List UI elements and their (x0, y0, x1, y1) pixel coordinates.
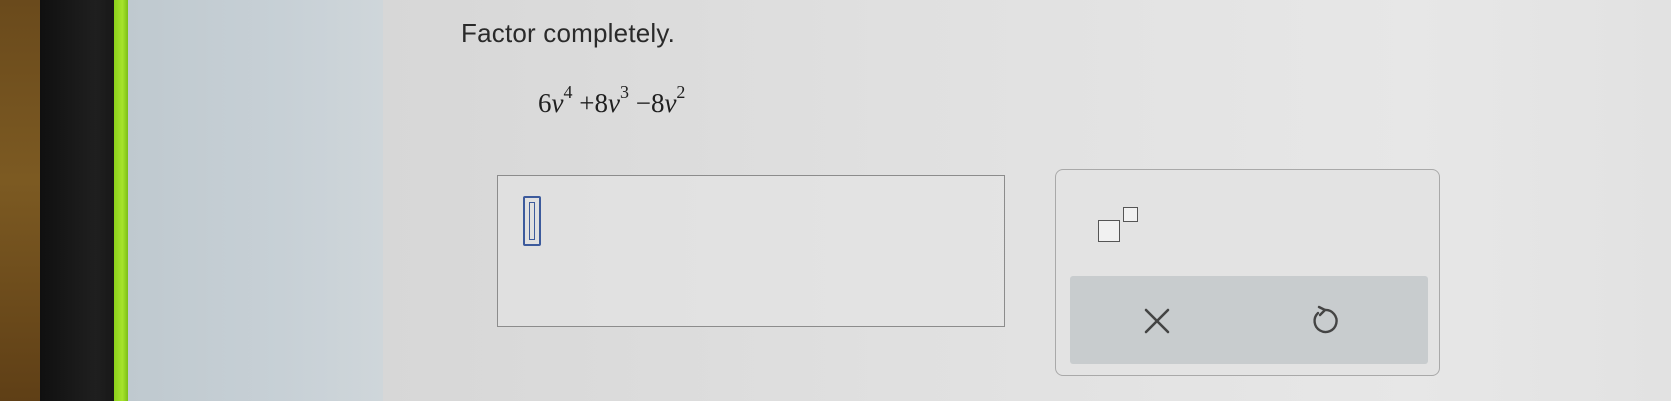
term1-exponent: 4 (563, 82, 573, 102)
term2-variable: v (607, 88, 620, 118)
clear-button[interactable] (1130, 294, 1184, 348)
reset-button[interactable] (1298, 294, 1352, 348)
answer-input-box[interactable] (497, 175, 1005, 327)
undo-icon (1313, 305, 1338, 334)
polynomial-expression: 6v4 +8v3 −8v2 (538, 82, 685, 119)
action-bar (1070, 276, 1428, 364)
term2-exponent: 3 (619, 82, 629, 102)
green-side-strip (114, 0, 128, 401)
term1-variable: v (551, 88, 564, 118)
operator-minus: − (635, 88, 651, 118)
math-tool-panel (1055, 169, 1440, 376)
exponent-button[interactable] (1094, 204, 1156, 250)
exponent-superscript-box-icon (1123, 207, 1138, 222)
cursor-placeholder-icon (523, 196, 541, 246)
term1-coefficient: 6 (538, 88, 552, 118)
term3-exponent: 2 (676, 82, 686, 102)
operator-plus: + (579, 88, 595, 118)
monitor-bezel (40, 0, 120, 401)
left-side-panel (128, 0, 383, 401)
term3-coefficient: 8 (650, 88, 665, 118)
x-icon (1144, 308, 1170, 334)
question-prompt: Factor completely. (461, 18, 676, 48)
background-left-edge (0, 0, 40, 401)
term3-variable: v (664, 88, 677, 118)
term2-coefficient: 8 (594, 88, 608, 118)
exponent-base-box-icon (1098, 220, 1120, 242)
